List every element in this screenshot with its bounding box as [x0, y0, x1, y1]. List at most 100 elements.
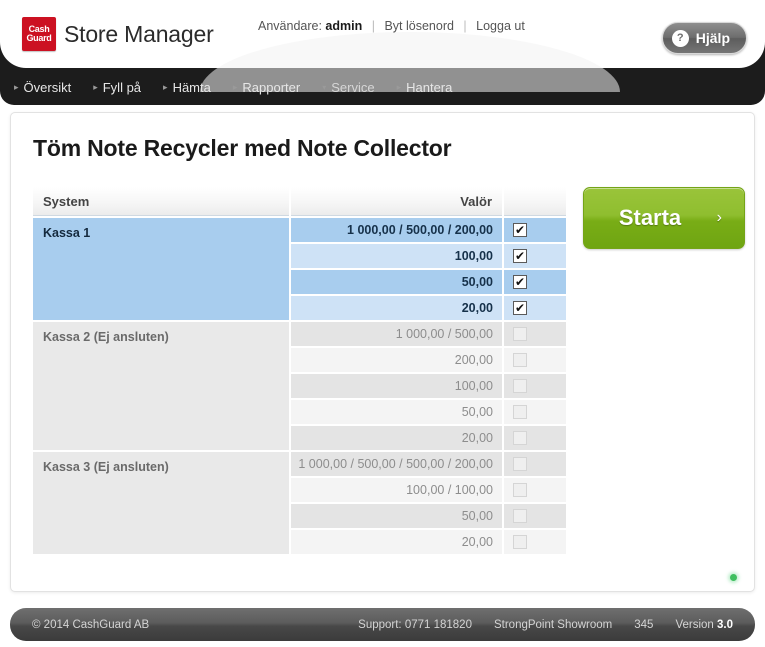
checkbox-cell [504, 400, 566, 424]
chevron-right-icon: ▸ [396, 82, 402, 92]
start-button-label: Starta [618, 205, 682, 230]
footer-version: Version 3.0 [675, 619, 733, 631]
question-mark-icon: ? [671, 29, 689, 47]
change-password-link[interactable]: Byt lösenord [384, 19, 453, 33]
cashguard-logo-icon: Cash Guard [22, 17, 56, 51]
logo-line-2: Guard [26, 33, 52, 43]
help-button[interactable]: ? Hjälp [661, 22, 747, 54]
checkbox-cell [504, 452, 566, 476]
nav-item-hantera[interactable]: ▸ Hantera [397, 80, 453, 95]
checkbox-cell [504, 530, 566, 554]
denomination-value: 20,00 [291, 426, 502, 450]
table-row: 50,00 ✔ [291, 270, 566, 294]
checkbox-cell: ✔ [504, 244, 566, 268]
application-root: Cash Guard Store Manager Användare: admi… [0, 0, 765, 647]
footer-copyright: © 2014 CashGuard AB [32, 618, 150, 631]
denomination-value: 50,00 [291, 504, 502, 528]
system-name: Kassa 1 [33, 218, 289, 320]
denomination-value: 1 000,00 / 500,00 / 200,00 [291, 218, 502, 242]
nav-item-versikt[interactable]: ▸ Översikt [14, 80, 71, 95]
denomination-rows: 1 000,00 / 500,00 / 500,00 / 200,00 100,0… [291, 452, 566, 554]
column-header-checkbox [504, 187, 566, 216]
denomination-checkbox[interactable]: ✔ [513, 223, 527, 237]
denomination-checkbox [513, 509, 527, 523]
column-header-denomination: Valör [291, 187, 502, 216]
table-row: 100,00 / 100,00 [291, 478, 566, 502]
table-row: 100,00 ✔ [291, 244, 566, 268]
denomination-value: 1 000,00 / 500,00 / 500,00 / 200,00 [291, 452, 502, 476]
user-label: Användare: [258, 19, 322, 33]
denomination-table: System Valör Kassa 11 000,00 / 500,00 / … [33, 187, 566, 556]
table-row: 20,00 ✔ [291, 296, 566, 320]
denomination-value: 1 000,00 / 500,00 [291, 322, 502, 346]
footer: © 2014 CashGuard AB Support: 0771 181820… [10, 608, 755, 641]
status-indicator-dot [730, 574, 737, 581]
system-group: Kassa 2 (Ej ansluten) 1 000,00 / 500,00 20… [33, 322, 566, 450]
denomination-checkbox [513, 327, 527, 341]
table-row: 1 000,00 / 500,00 [291, 322, 566, 346]
nav-item-rapporter[interactable]: ▸ Rapporter [233, 80, 300, 95]
checkbox-cell [504, 504, 566, 528]
system-name: Kassa 3 (Ej ansluten) [33, 452, 289, 554]
denomination-checkbox[interactable]: ✔ [513, 275, 527, 289]
system-group: Kassa 11 000,00 / 500,00 / 200,00 ✔ 100,00… [33, 218, 566, 320]
footer-version-label: Version [675, 618, 714, 631]
denomination-value: 50,00 [291, 400, 502, 424]
footer-store: StrongPoint Showroom [493, 618, 613, 631]
checkbox-cell [504, 478, 566, 502]
table-header-row: System Valör [33, 187, 566, 216]
column-header-system: System [33, 187, 289, 216]
system-name: Kassa 2 (Ej ansluten) [33, 322, 289, 450]
user-bar: Användare: admin | Byt lösenord | Logga … [258, 19, 525, 33]
page-title: Töm Note Recycler med Note Collector [33, 135, 452, 161]
nav-item-service[interactable]: ▾ Service [322, 80, 374, 95]
denomination-checkbox[interactable]: ✔ [513, 249, 527, 263]
table-row: 50,00 [291, 504, 566, 528]
table-row: 1 000,00 / 500,00 / 500,00 / 200,00 [291, 452, 566, 476]
checkbox-cell [504, 374, 566, 398]
nav-item-label: Fyll på [102, 80, 142, 95]
checkbox-cell [504, 426, 566, 450]
denomination-value: 100,00 [291, 244, 502, 268]
table-row: 20,00 [291, 530, 566, 554]
nav-item-fyll-p[interactable]: ▸ Fyll på [93, 80, 141, 95]
denomination-checkbox[interactable]: ✔ [513, 301, 527, 315]
denomination-checkbox [513, 353, 527, 367]
nav-item-label: Översikt [23, 80, 72, 95]
denomination-value: 100,00 / 100,00 [291, 478, 502, 502]
footer-support: Support: 0771 181820 [358, 618, 472, 631]
denomination-value: 20,00 [291, 530, 502, 554]
denomination-checkbox [513, 483, 527, 497]
help-button-label: Hjälp [695, 30, 730, 46]
table-row: 1 000,00 / 500,00 / 200,00 ✔ [291, 218, 566, 242]
denomination-value: 100,00 [291, 374, 502, 398]
checkbox-cell [504, 322, 566, 346]
denomination-rows: 1 000,00 / 500,00 200,00 100,00 50,00 20,00 [291, 322, 566, 450]
checkbox-cell [504, 348, 566, 372]
denomination-checkbox [513, 379, 527, 393]
user-name: admin [325, 19, 363, 33]
main-navigation: ▸ Översikt ▸ Fyll på ▸ Hämta ▸ Rapporter ▾ Servic… [0, 70, 765, 105]
denomination-checkbox [513, 535, 527, 549]
table-row: 200,00 [291, 348, 566, 372]
logout-link[interactable]: Logga ut [476, 19, 525, 33]
chevron-right-icon: ▸ [93, 82, 98, 92]
brand: Cash Guard Store Manager [22, 17, 214, 51]
checkbox-cell: ✔ [504, 296, 566, 320]
nav-item-h-mta[interactable]: ▸ Hämta [163, 80, 211, 95]
table-row: 20,00 [291, 426, 566, 450]
checkbox-cell: ✔ [504, 218, 566, 242]
checkbox-cell: ✔ [504, 270, 566, 294]
nav-item-label: Hämta [172, 80, 211, 95]
content-panel: Töm Note Recycler med Note Collector Sys… [10, 112, 755, 592]
nav-item-label: Rapporter [242, 80, 301, 95]
separator-2: | [463, 19, 467, 33]
footer-version-value: 3.0 [717, 618, 733, 631]
nav-item-label: Hantera [406, 80, 453, 95]
start-button[interactable]: Starta › [583, 187, 745, 249]
table-row: 50,00 [291, 400, 566, 424]
chevron-down-icon: ▾ [322, 83, 327, 92]
footer-info: Support: 0771 181820 StrongPoint Showroo… [358, 619, 733, 631]
denomination-checkbox [513, 405, 527, 419]
separator-1: | [371, 19, 375, 33]
